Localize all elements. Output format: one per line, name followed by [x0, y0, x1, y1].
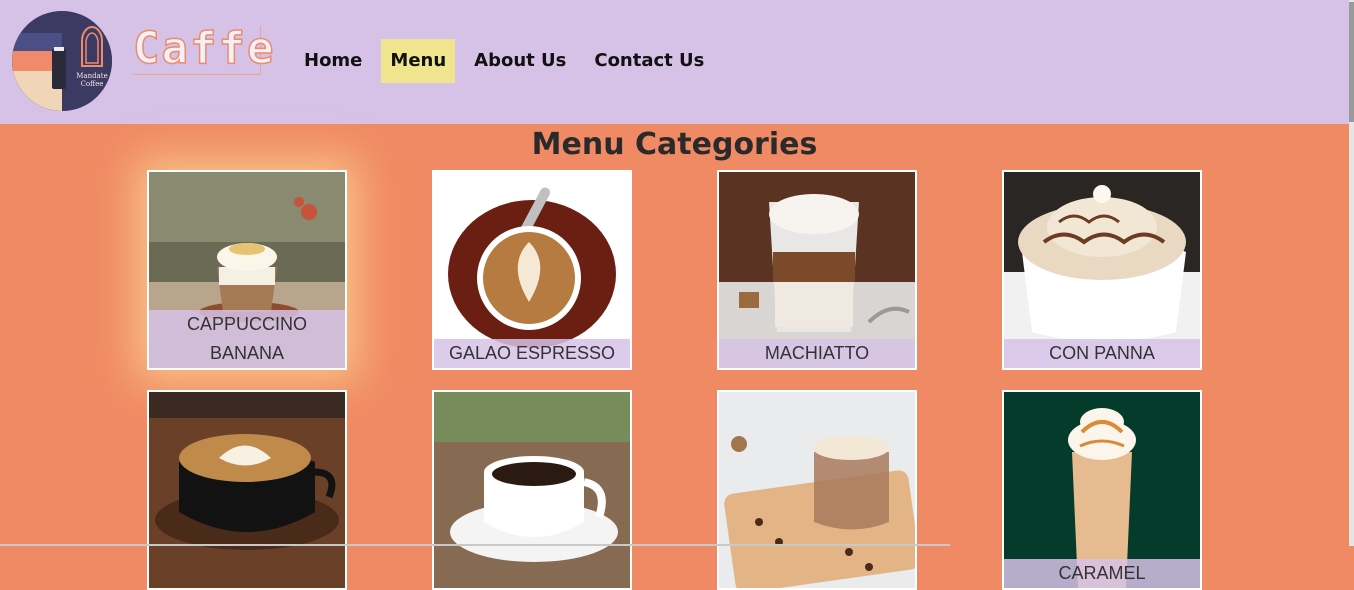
nav-about-us[interactable]: About Us	[465, 39, 575, 83]
logo-text-1: Mandate	[76, 72, 107, 80]
page-title: Menu Categories	[531, 127, 818, 162]
wordmark-text: Caffe	[132, 23, 276, 74]
category-card-latte[interactable]	[147, 390, 347, 590]
category-label: MACHIATTO	[719, 339, 915, 368]
latte-art-image	[149, 392, 345, 588]
mocha-image	[719, 392, 915, 588]
category-card-cappuccino-banana[interactable]: CAPPUCCINO BANANA	[147, 170, 347, 370]
nav-contact-us[interactable]: Contact Us	[585, 39, 713, 83]
category-label: CAPPUCCINO BANANA	[149, 310, 345, 368]
category-card-black-coffee[interactable]	[432, 390, 632, 590]
category-card-con-panna[interactable]: CON PANNA	[1002, 170, 1202, 370]
vertical-scrollbar[interactable]	[1349, 0, 1354, 546]
category-card-machiatto[interactable]: MACHIATTO	[717, 170, 917, 370]
black-coffee-image	[434, 392, 630, 588]
brand-logo[interactable]: Mandate Coffee	[12, 11, 112, 111]
label-line-1: CAPPUCCINO	[186, 314, 307, 334]
category-card-caramel[interactable]: CARAMEL	[1002, 390, 1202, 590]
nav-menu[interactable]: Menu	[381, 39, 456, 83]
category-card-mocha[interactable]	[717, 390, 917, 590]
site-header: Mandate Coffee Caffe Home Menu About Us …	[0, 0, 1349, 124]
logo-text-2: Coffee	[81, 80, 104, 88]
category-label: GALAO ESPRESSO	[434, 339, 630, 368]
brand-wordmark[interactable]: Caffe	[132, 23, 276, 75]
nav-home[interactable]: Home	[295, 39, 371, 83]
category-label: CARAMEL	[1004, 559, 1200, 588]
main-nav: Home Menu About Us Contact Us	[295, 39, 723, 83]
category-label: CON PANNA	[1004, 339, 1200, 368]
logo-image: Mandate Coffee	[12, 11, 112, 111]
label-line-2: BANANA	[209, 343, 285, 363]
category-card-galao-espresso[interactable]: GALAO ESPRESSO	[432, 170, 632, 370]
scrollbar-thumb[interactable]	[1349, 2, 1354, 122]
